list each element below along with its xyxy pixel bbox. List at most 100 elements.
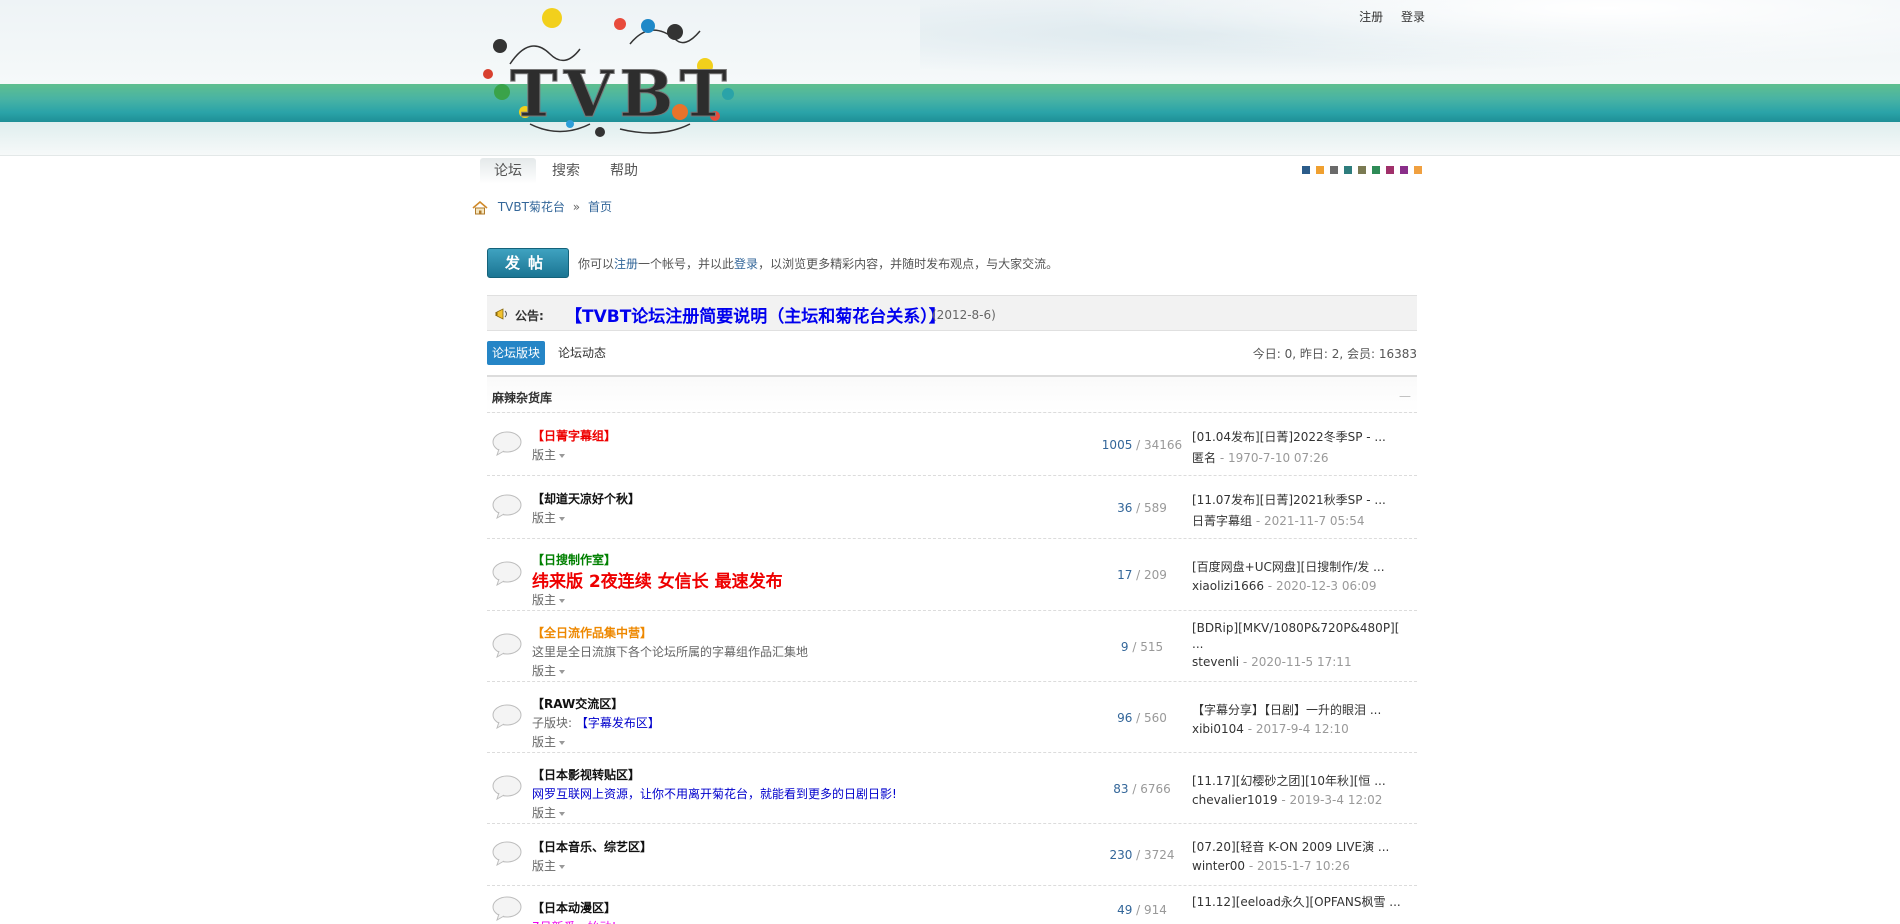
moderator-dropdown[interactable]: 版主 — [532, 509, 566, 526]
last-post-title-cont[interactable]: ... — [1192, 637, 1410, 651]
forum-name[interactable]: 【日本音乐、综艺区】 — [532, 838, 652, 855]
nav-item-forum[interactable]: 论坛 — [480, 158, 536, 184]
nav-item-search[interactable]: 搜索 — [538, 158, 594, 184]
forum-name[interactable]: 【全日流作品集中营】 — [532, 624, 652, 641]
theme-swatch[interactable] — [1302, 166, 1310, 174]
breadcrumb-current[interactable]: 首页 — [588, 200, 612, 214]
moderator-dropdown[interactable]: 版主 — [532, 804, 566, 821]
tab-forum-sections[interactable]: 论坛版块 — [487, 341, 546, 365]
subforum-link[interactable]: 【字幕发布区】 — [576, 716, 660, 730]
nav-band — [0, 122, 1900, 156]
chevron-down-icon — [559, 811, 566, 816]
topic-count: 96 — [1117, 710, 1133, 725]
announcement-date: (2012-8-6) — [932, 308, 996, 322]
hint-login-link[interactable]: 登录 — [734, 257, 758, 271]
forum-row: 【日菁字幕组】 版主 1005 / 34166 [01.04发布][日菁]2022冬季… — [487, 413, 1417, 476]
last-post-meta: xibi0104 - 2017-9-4 12:10 — [1192, 721, 1349, 736]
new-post-button[interactable]: 发帖 — [487, 248, 569, 278]
theme-swatch[interactable] — [1344, 166, 1352, 174]
theme-swatch[interactable] — [1400, 166, 1408, 174]
last-post-user[interactable]: xibi0104 — [1192, 722, 1244, 736]
last-post-user[interactable]: 匿名 — [1192, 451, 1216, 465]
post-count: 589 — [1144, 500, 1167, 515]
theme-swatch[interactable] — [1330, 166, 1338, 174]
forum-category: 麻辣杂货库 — 【日菁字幕组】 版主 1005 / 34166 [01.04发布][日… — [487, 375, 1417, 924]
last-post-title[interactable]: [11.17][幻樱砂之团][10年秋][恒 ... — [1192, 772, 1410, 789]
theme-swatch[interactable] — [1414, 166, 1422, 174]
theme-switcher — [1302, 166, 1428, 175]
guest-hint: 你可以注册一个帐号，并以此登录，以浏览更多精彩内容，并随时发布观点，与大家交流。 — [578, 255, 1058, 272]
forum-name[interactable]: 【日菁字幕组】 — [532, 427, 616, 444]
category-title[interactable]: 麻辣杂货库 — [492, 389, 552, 406]
forum-row: 【日搜制作室】 纬来版 2夜连续 女信长 最速发布 版主 17 / 209 [百度网盘+… — [487, 539, 1417, 611]
last-post-time: 2017-9-4 12:10 — [1255, 721, 1349, 736]
last-post-user[interactable]: 日菁字幕组 — [1192, 514, 1252, 528]
last-post-user[interactable]: winter00 — [1192, 859, 1245, 873]
last-post-time: 2021-11-7 05:54 — [1263, 513, 1365, 528]
theme-swatch[interactable] — [1372, 166, 1380, 174]
theme-swatch[interactable] — [1386, 166, 1394, 174]
hint-post: ，以浏览更多精彩内容，并随时发布观点，与大家交流。 — [758, 257, 1059, 271]
login-link[interactable]: 登录 — [1401, 10, 1425, 24]
last-post-title[interactable]: [百度网盘+UC网盘][日搜制作/发 ... — [1192, 558, 1410, 575]
last-post-user[interactable]: xiaolizi1666 — [1192, 579, 1264, 593]
forum-status-icon — [492, 431, 522, 456]
nav-item-help[interactable]: 帮助 — [596, 158, 652, 184]
forum-name[interactable]: 【日搜制作室】 — [532, 551, 616, 568]
moderator-dropdown[interactable]: 版主 — [532, 733, 566, 750]
tab-forum-activity[interactable]: 论坛动态 — [553, 341, 611, 365]
hint-register-link[interactable]: 注册 — [614, 257, 638, 271]
register-link[interactable]: 注册 — [1359, 10, 1383, 24]
last-post-title[interactable]: [11.12][eeload永久][OPFANS枫雪 ... — [1192, 893, 1410, 910]
logo-text: TVBT — [510, 57, 733, 132]
last-post-time: 2019-3-4 12:02 — [1289, 792, 1383, 807]
last-post-title[interactable]: [01.04发布][日菁]2022冬季SP - ... — [1192, 428, 1410, 445]
topic-count: 49 — [1117, 903, 1133, 917]
last-post: [11.07发布][日菁]2021秋季SP - ... 日菁字幕组 - 2021-… — [1192, 491, 1410, 529]
last-post-title[interactable]: [BDRip][MKV/1080P&720P&480P][ — [1192, 621, 1410, 635]
moderator-dropdown[interactable]: 版主 — [532, 446, 566, 463]
forum-name[interactable]: 【RAW交流区】 — [532, 695, 623, 712]
hint-mid: 一个帐号，并以此 — [638, 257, 735, 271]
forum-counts: 49 / 914 — [1117, 903, 1167, 917]
forum-status-icon — [492, 841, 522, 866]
topic-count: 1005 — [1101, 437, 1133, 452]
site-logo[interactable]: TVBT — [470, 4, 770, 144]
forum-tabs: 论坛版块 论坛动态 今日: 0, 昨日: 2, 会员: 16383 — [487, 341, 1417, 367]
subforum-label: 子版块: 【字幕发布区】 — [532, 716, 660, 730]
forum-name[interactable]: 【却道天凉好个秋】 — [532, 490, 640, 507]
last-post-title[interactable]: [11.07发布][日菁]2021秋季SP - ... — [1192, 491, 1410, 508]
forum-name[interactable]: 【日本动漫区】 — [532, 899, 616, 916]
post-count: 6766 — [1140, 781, 1171, 796]
last-post-time: 2020-11-5 17:11 — [1251, 655, 1352, 669]
post-count: 515 — [1140, 639, 1164, 654]
forum-row: 【却道天凉好个秋】 版主 36 / 589 [11.07发布][日菁]2021秋季SP… — [487, 476, 1417, 539]
chevron-down-icon — [559, 669, 566, 674]
forum-row: 【RAW交流区】 子版块: 【字幕发布区】 版主 96 / 560 【字幕分享】【日剧】… — [487, 682, 1417, 753]
theme-swatch[interactable] — [1316, 166, 1324, 174]
forum-status-icon — [492, 704, 522, 729]
theme-swatch[interactable] — [1358, 166, 1366, 174]
home-icon[interactable] — [472, 200, 488, 215]
forum-description: 这里是全日流旗下各个论坛所属的字幕组作品汇集地 — [532, 645, 809, 659]
last-post-user[interactable]: stevenli — [1192, 655, 1239, 669]
forum-counts: 230 / 3724 — [1109, 848, 1175, 862]
last-post-title[interactable]: 【字幕分享】【日剧】一升的眼泪 ... — [1192, 701, 1410, 718]
moderator-dropdown[interactable]: 版主 — [532, 591, 566, 608]
forum-stats: 今日: 0, 昨日: 2, 会员: 16383 — [1252, 347, 1417, 361]
last-post-user[interactable]: chevalier1019 — [1192, 793, 1278, 807]
collapse-icon[interactable]: — — [1399, 389, 1411, 403]
moderator-dropdown[interactable]: 版主 — [532, 662, 566, 679]
moderator-dropdown[interactable]: 版主 — [532, 857, 566, 874]
forum-name[interactable]: 【日本影视转贴区】 — [532, 766, 640, 783]
breadcrumb: TVBT菊花台 » 首页 — [472, 198, 612, 216]
main-nav: 论坛 搜索 帮助 — [480, 158, 654, 184]
breadcrumb-home[interactable]: TVBT菊花台 — [498, 200, 565, 214]
last-post-time: 2020-12-3 06:09 — [1275, 579, 1377, 593]
forum-counts: 1005 / 34166 — [1101, 437, 1183, 452]
last-post-title[interactable]: [07.20][轻音 K-ON 2009 LIVE演 ... — [1192, 838, 1410, 855]
breadcrumb-separator: » — [572, 200, 581, 214]
forum-row: 【日本动漫区】 7月新番，始动! 49 / 914 [11.12][eeload永久]… — [487, 886, 1417, 924]
announcement-link[interactable]: 【TVBT论坛注册简要说明（主坛和菊花台关系）】 — [565, 302, 946, 327]
topic-count: 17 — [1117, 568, 1133, 582]
